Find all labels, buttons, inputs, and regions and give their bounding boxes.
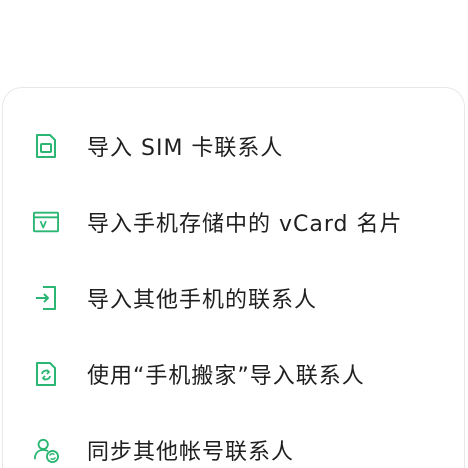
menu-item-import-vcard[interactable]: 导入手机存储中的 vCard 名片 <box>3 192 464 252</box>
import-icon <box>33 285 59 311</box>
menu-item-label: 使用“手机搬家”导入联系人 <box>87 364 365 389</box>
menu-item-label: 同步其他帐号联系人 <box>87 440 295 465</box>
phone-clone-icon <box>33 361 59 387</box>
vcard-icon <box>33 209 59 235</box>
menu-item-import-sim[interactable]: 导入 SIM 卡联系人 <box>3 116 464 176</box>
menu-item-label: 导入其他手机的联系人 <box>87 288 318 313</box>
account-sync-icon <box>33 437 59 463</box>
menu-item-sync-accounts[interactable]: 同步其他帐号联系人 <box>3 420 464 468</box>
sim-card-icon <box>33 133 59 159</box>
menu-item-label: 导入手机存储中的 vCard 名片 <box>87 212 403 237</box>
import-options-card: 导入 SIM 卡联系人 导入手机存储中的 vCard 名片 导入其他手机的联系人… <box>2 87 465 468</box>
menu-item-import-other-phone[interactable]: 导入其他手机的联系人 <box>3 268 464 328</box>
menu-item-phone-clone[interactable]: 使用“手机搬家”导入联系人 <box>3 344 464 404</box>
import-contacts-screen: 导入 SIM 卡联系人 导入手机存储中的 vCard 名片 导入其他手机的联系人… <box>0 0 468 468</box>
menu-item-label: 导入 SIM 卡联系人 <box>87 136 284 161</box>
